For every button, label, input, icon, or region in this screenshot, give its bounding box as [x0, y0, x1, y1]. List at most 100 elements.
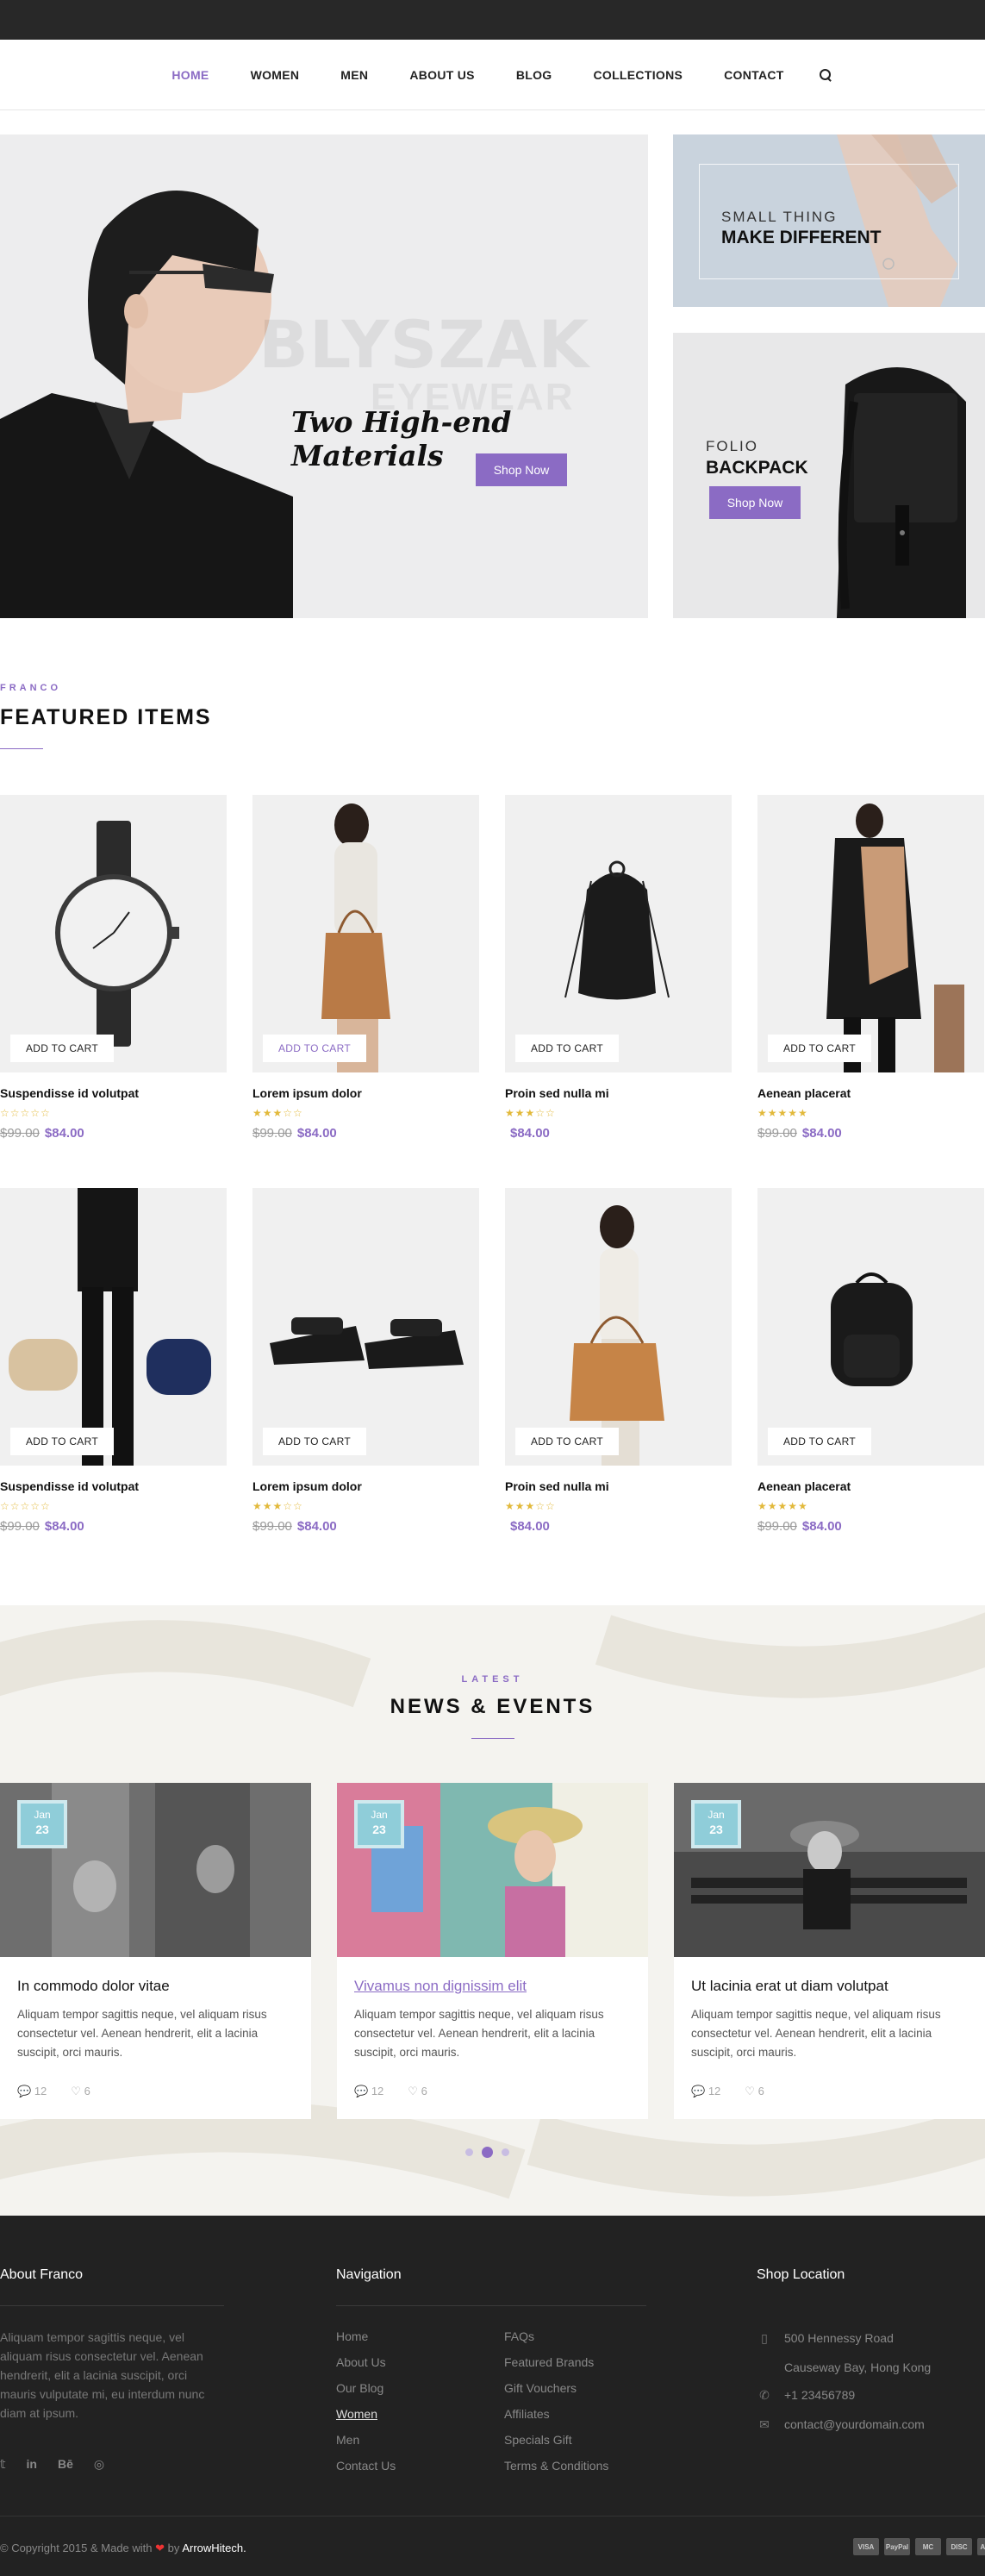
twitter-icon[interactable]: 𝕥 — [0, 2457, 6, 2472]
heart-icon: ❤ — [155, 2542, 165, 2554]
footer-phone[interactable]: ✆ +1 23456789 — [758, 2388, 855, 2403]
footer-link-home[interactable]: Home — [336, 2329, 368, 2343]
post-month: Jan — [708, 1809, 725, 1821]
product-price: $99.00 $84.00 — [0, 1519, 84, 1534]
payment-icons: VISA PayPal MC DISC AMEX — [853, 2538, 985, 2555]
carousel-dot[interactable] — [465, 2148, 473, 2156]
product-image[interactable] — [252, 795, 479, 1072]
post-title[interactable]: Ut lacinia erat ut diam volutpat — [691, 1978, 888, 1995]
nav-collections[interactable]: COLLECTIONS — [572, 68, 703, 82]
post-month: Jan — [34, 1809, 51, 1821]
add-to-cart-button[interactable]: ADD TO CART — [10, 1428, 114, 1455]
copyright-brand-link[interactable]: ArrowHitech. — [182, 2542, 246, 2554]
footer-link-contact-us[interactable]: Contact Us — [336, 2459, 396, 2473]
hero-shop-now-button[interactable]: Shop Now — [476, 453, 567, 486]
promo-folio-backpack[interactable]: FOLIO BACKPACK Shop Now — [673, 333, 985, 618]
comment-count[interactable]: 💬 12 — [354, 2085, 383, 2098]
linkedin-icon[interactable]: in — [27, 2457, 37, 2472]
footer-divider — [336, 2305, 646, 2306]
carousel-dot[interactable] — [502, 2148, 509, 2156]
new-price: $84.00 — [801, 1519, 842, 1534]
discover-icon: DISC — [946, 2538, 972, 2555]
nav-men[interactable]: MEN — [320, 68, 389, 82]
add-to-cart-button[interactable]: ADD TO CART — [10, 1035, 114, 1062]
add-to-cart-button[interactable]: ADD TO CART — [263, 1035, 366, 1062]
dribbble-icon[interactable]: ◎ — [94, 2457, 104, 2472]
promo-shop-now-button[interactable]: Shop Now — [709, 486, 801, 519]
like-count[interactable]: ♡ 6 — [408, 2085, 427, 2098]
footer-divider — [0, 2305, 224, 2306]
like-count-value: 6 — [84, 2085, 90, 2098]
post-title[interactable]: In commodo dolor vitae — [17, 1978, 170, 1995]
footer-link-about-us[interactable]: About Us — [336, 2355, 386, 2369]
news-post[interactable]: Jan 23 Vivamus non dignissim elit Aliquam… — [337, 1783, 648, 2119]
product-image[interactable] — [757, 1188, 984, 1466]
nav-blog[interactable]: BLOG — [496, 68, 573, 82]
footer-email[interactable]: ✉ contact@yourdomain.com — [758, 2417, 925, 2432]
product-price: $99.00 $84.00 — [252, 1126, 337, 1141]
footer-link-men[interactable]: Men — [336, 2433, 359, 2447]
heart-icon: ♡ — [745, 2085, 758, 2098]
product-name[interactable]: Lorem ipsum dolor — [252, 1086, 362, 1100]
hero-headline: Two High-end Materials — [291, 405, 512, 472]
footer-link-specials-gift[interactable]: Specials Gift — [504, 2433, 572, 2447]
product-name[interactable]: Suspendisse id volutpat — [0, 1479, 139, 1493]
like-count-value: 6 — [421, 2085, 427, 2098]
footer-link-women[interactable]: Women — [336, 2407, 377, 2421]
email-address: contact@yourdomain.com — [784, 2417, 925, 2431]
footer-link-featured-brands[interactable]: Featured Brands — [504, 2355, 594, 2369]
visa-icon: VISA — [853, 2538, 879, 2555]
footer-link-gift-vouchers[interactable]: Gift Vouchers — [504, 2381, 577, 2395]
behance-icon[interactable]: Bē — [58, 2457, 73, 2472]
post-date-badge: Jan 23 — [17, 1800, 67, 1848]
nav-about-us[interactable]: ABOUT US — [389, 68, 496, 82]
add-to-cart-button[interactable]: ADD TO CART — [515, 1035, 619, 1062]
carousel-dot-active[interactable] — [482, 2147, 493, 2158]
news-post[interactable]: Jan 23 Ut lacinia erat ut diam volutpat A… — [674, 1783, 985, 2119]
product-name[interactable]: Suspendisse id volutpat — [0, 1086, 139, 1100]
nav-contact[interactable]: CONTACT — [703, 68, 805, 82]
footer-link-faqs[interactable]: FAQs — [504, 2329, 534, 2343]
product-name[interactable]: Proin sed nulla mi — [505, 1479, 609, 1493]
product-name[interactable]: Aenean placerat — [757, 1086, 851, 1100]
mastercard-icon: MC — [915, 2538, 941, 2555]
nav-home[interactable]: HOME — [151, 68, 229, 82]
product-image[interactable] — [505, 795, 732, 1072]
product-image[interactable] — [757, 795, 984, 1072]
product-rating: ★★★☆☆ — [252, 1107, 303, 1119]
featured-label: FRANCO — [0, 683, 62, 693]
news-title: NEWS & EVENTS — [390, 1695, 595, 1718]
product-name[interactable]: Aenean placerat — [757, 1479, 851, 1493]
post-excerpt: Aliquam tempor sagittis neque, vel aliqu… — [354, 2008, 604, 2059]
comment-count[interactable]: 💬 12 — [691, 2085, 720, 2098]
add-to-cart-button[interactable]: ADD TO CART — [768, 1428, 871, 1455]
carousel-dots — [465, 2147, 509, 2158]
comment-icon: 💬 — [354, 2085, 371, 2098]
footer-navigation-title: Navigation — [336, 2267, 402, 2282]
product-rating: ★★★★★ — [757, 1500, 808, 1512]
product-image[interactable] — [0, 795, 227, 1072]
post-title[interactable]: Vivamus non dignissim elit — [354, 1978, 527, 1995]
news-post[interactable]: Jan 23 In commodo dolor vitae Aliquam tem… — [0, 1783, 311, 2119]
product-image[interactable] — [252, 1188, 479, 1466]
product-rating: ★★★☆☆ — [505, 1500, 556, 1512]
footer-link-terms[interactable]: Terms & Conditions — [504, 2459, 608, 2473]
promo-small-thing[interactable]: SMALL THING MAKE DIFFERENT — [673, 134, 985, 307]
search-icon[interactable] — [817, 66, 834, 84]
footer-link-affiliates[interactable]: Affiliates — [504, 2407, 550, 2421]
add-to-cart-button[interactable]: ADD TO CART — [515, 1428, 619, 1455]
like-count[interactable]: ♡ 6 — [745, 2085, 764, 2098]
footer-link-our-blog[interactable]: Our Blog — [336, 2381, 383, 2395]
post-month: Jan — [371, 1809, 388, 1821]
like-count[interactable]: ♡ 6 — [71, 2085, 90, 2098]
product-image[interactable] — [0, 1188, 227, 1466]
add-to-cart-button[interactable]: ADD TO CART — [263, 1428, 366, 1455]
product-image[interactable] — [505, 1188, 732, 1466]
add-to-cart-button[interactable]: ADD TO CART — [768, 1035, 871, 1062]
product-name[interactable]: Lorem ipsum dolor — [252, 1479, 362, 1493]
comment-count[interactable]: 💬 12 — [17, 2085, 47, 2098]
nav-women[interactable]: WOMEN — [230, 68, 321, 82]
product-name[interactable]: Proin sed nulla mi — [505, 1086, 609, 1100]
old-price: $99.00 — [757, 1126, 797, 1141]
comment-count-value: 12 — [34, 2085, 47, 2098]
